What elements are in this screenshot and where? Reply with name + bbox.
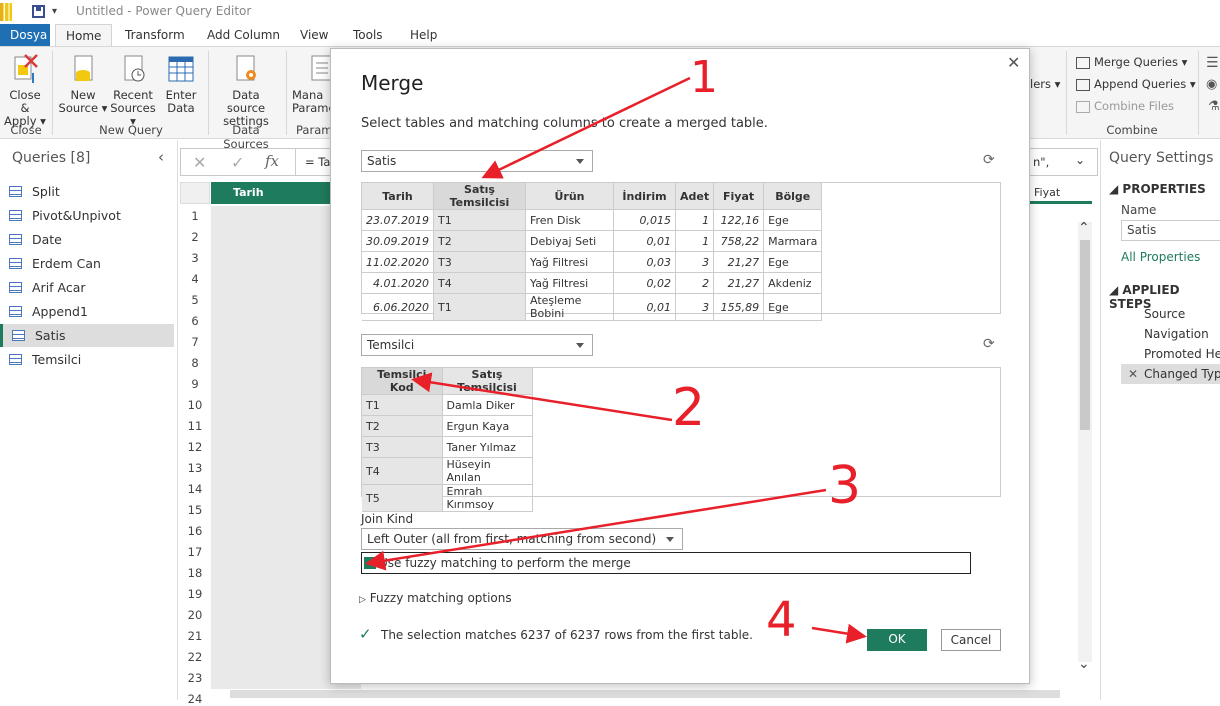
annotation-4: 4 xyxy=(766,592,797,648)
annotation-2: 2 xyxy=(672,378,706,438)
annotation-1: 1 xyxy=(690,52,718,103)
annotation-3: 3 xyxy=(828,456,862,516)
annotation-arrows xyxy=(365,76,867,644)
